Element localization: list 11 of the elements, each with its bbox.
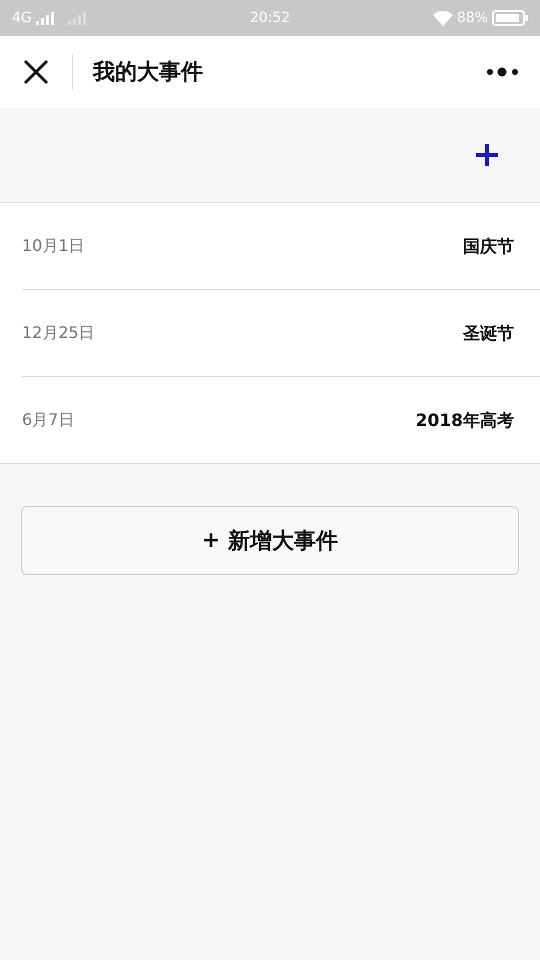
event-date: 10月1日 (22, 236, 85, 256)
add-icon[interactable] (474, 142, 500, 168)
event-date: 12月25日 (22, 322, 95, 344)
battery-icon (492, 10, 528, 26)
event-name: 2018年高考 (416, 410, 514, 432)
wifi-icon (432, 10, 453, 26)
event-name: 圣诞节 (463, 322, 514, 344)
add-event-button[interactable]: + 新增大事件 (21, 506, 519, 575)
page-title: 我的大事件 (93, 59, 204, 87)
event-name: 国庆节 (463, 236, 514, 258)
event-date: 6月7日 (22, 410, 74, 430)
